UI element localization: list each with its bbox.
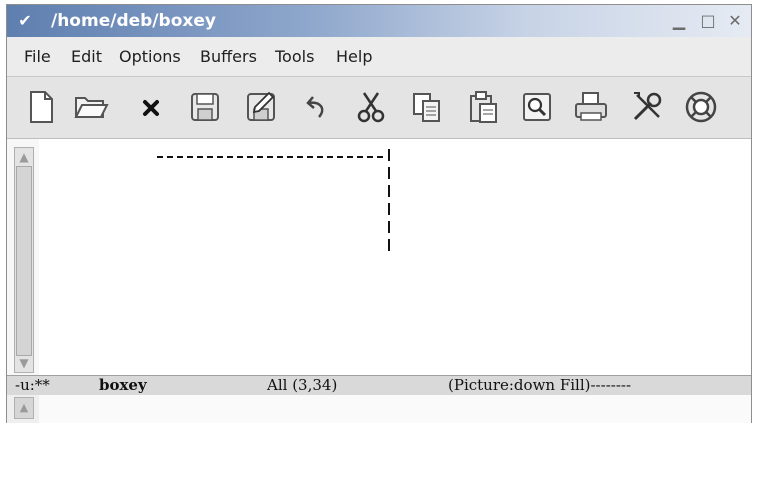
minibuffer: ▲ [7, 395, 751, 423]
save-as-icon[interactable] [243, 89, 279, 125]
print-icon[interactable] [573, 89, 609, 125]
minimize-icon[interactable]: ▁ [669, 11, 689, 31]
close-icon[interactable]: ✕ [725, 11, 745, 31]
cut-icon[interactable] [353, 89, 389, 125]
editor-pane: ▲ ▼ [7, 139, 751, 375]
minibuffer-input[interactable] [39, 395, 751, 423]
scrollbar-thumb[interactable] [16, 166, 32, 356]
new-file-icon[interactable] [23, 89, 59, 125]
menu-help[interactable]: Help [336, 47, 372, 67]
copy-icon[interactable] [409, 89, 445, 125]
tool-bar [7, 77, 751, 139]
menu-tools[interactable]: Tools [275, 47, 314, 67]
menu-edit[interactable]: Edit [71, 47, 102, 67]
modeline-position: All (3,34) [267, 376, 338, 394]
menu-buffers[interactable]: Buffers [200, 47, 257, 67]
menu-bar: File Edit Options Buffers Tools Help [7, 37, 751, 77]
undo-icon[interactable] [299, 89, 335, 125]
title-bar[interactable]: ✔ /home/deb/boxey ▁ □ ✕ [7, 5, 751, 37]
open-folder-icon[interactable] [73, 89, 109, 125]
picture-drawing [157, 149, 390, 251]
modeline-buffer-name[interactable]: boxey [99, 376, 147, 394]
paste-icon[interactable] [465, 89, 501, 125]
window-menu-icon[interactable]: ✔ [14, 11, 36, 31]
window-title: /home/deb/boxey [51, 11, 216, 31]
vertical-scrollbar[interactable]: ▲ ▼ [14, 147, 34, 373]
maximize-icon[interactable]: □ [698, 11, 718, 31]
scroll-up-icon[interactable]: ▲ [16, 149, 32, 165]
buffer-text-area[interactable] [39, 139, 751, 375]
emacs-window: ✔ /home/deb/boxey ▁ □ ✕ File Edit Option… [6, 4, 752, 423]
menu-file[interactable]: File [24, 47, 51, 67]
menu-options[interactable]: Options [119, 47, 181, 67]
mode-line: -u:** boxey All (3,34) (Picture:down Fil… [7, 375, 751, 395]
help-icon[interactable] [683, 89, 719, 125]
modeline-modes[interactable]: (Picture:down Fill)-------- [448, 376, 631, 394]
close-buffer-icon[interactable] [133, 89, 169, 125]
save-icon[interactable] [187, 89, 223, 125]
search-icon[interactable] [519, 89, 555, 125]
scroll-down-icon[interactable]: ▼ [16, 355, 32, 371]
modeline-status: -u:** [15, 376, 50, 394]
customize-icon[interactable] [629, 89, 665, 125]
minibuffer-scrollbar[interactable]: ▲ [14, 397, 34, 419]
